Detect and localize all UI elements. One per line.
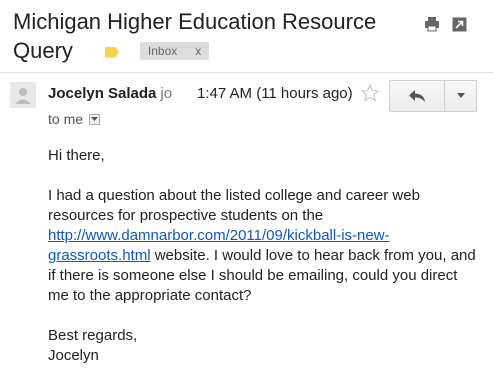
inbox-label-chip[interactable]: Inbox x bbox=[139, 42, 210, 60]
email-subject: Michigan Higher Education Resource Query… bbox=[13, 8, 413, 66]
message-timestamp: 1:47 AM (11 hours ago) bbox=[197, 85, 353, 102]
show-details-button[interactable] bbox=[89, 113, 101, 125]
recipient-text: to me bbox=[48, 111, 84, 127]
remove-label-button[interactable]: x bbox=[195, 44, 201, 58]
message-paragraph: I had a question about the listed colleg… bbox=[48, 186, 478, 306]
subject-line-2: Query bbox=[13, 38, 73, 63]
greeting: Hi there, bbox=[48, 147, 105, 164]
sender-avatar[interactable] bbox=[10, 82, 36, 108]
closing: Best regards, bbox=[48, 327, 138, 344]
print-icon[interactable] bbox=[424, 17, 440, 32]
paragraph-text-before-link: I had a question about the listed colleg… bbox=[48, 187, 420, 224]
subject-line-1: Michigan Higher Education Resource bbox=[13, 9, 377, 34]
reply-arrow-icon bbox=[409, 90, 425, 102]
sender-info: Jocelyn Salada jo bbox=[48, 85, 172, 102]
message-body: Hi there, I had a question about the lis… bbox=[48, 146, 478, 366]
important-label-icon[interactable] bbox=[104, 46, 119, 58]
recipient-row: to me bbox=[48, 111, 101, 127]
reply-button[interactable] bbox=[389, 80, 445, 112]
caret-down-icon bbox=[91, 116, 99, 121]
inbox-label-text: Inbox bbox=[147, 44, 178, 58]
chevron-down-icon bbox=[456, 93, 465, 98]
person-icon bbox=[15, 88, 31, 104]
thread-actions bbox=[424, 17, 467, 32]
sender-name[interactable]: Jocelyn Salada bbox=[48, 85, 156, 102]
sender-email: jo bbox=[160, 85, 173, 102]
open-in-new-window-icon[interactable] bbox=[452, 17, 467, 32]
signature: Jocelyn bbox=[48, 347, 99, 364]
header-divider bbox=[0, 72, 493, 73]
star-icon[interactable] bbox=[360, 83, 380, 107]
more-actions-button[interactable] bbox=[444, 80, 477, 112]
